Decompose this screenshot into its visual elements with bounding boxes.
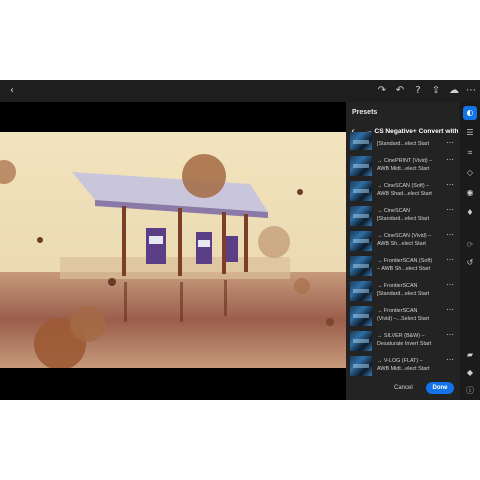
preset-detail: [Standard...elect Start — [377, 216, 430, 222]
preset-thumbnail — [350, 181, 372, 201]
preset-name: → CineSCAN — [377, 208, 410, 214]
help-icon[interactable]: ? — [410, 83, 426, 99]
panel-title: Presets — [352, 109, 378, 116]
more-options-icon[interactable]: ⋯ — [446, 331, 454, 339]
photo-preview — [0, 132, 346, 368]
preset-thumbnail — [350, 306, 372, 326]
more-icon[interactable]: ⋯ — [463, 83, 479, 99]
preset-name: → CineSCAN (Vivid) – — [377, 233, 432, 239]
preset-detail: [Standard...elect Start — [377, 291, 430, 297]
more-options-icon[interactable]: ⋯ — [446, 281, 454, 289]
preset-item[interactable]: → FrontierSCAN (Vivid) –...Select Start … — [346, 305, 460, 329]
undo-icon[interactable]: ↶ — [392, 83, 408, 99]
preset-item[interactable]: → CinePRINT (Vivid) – AWB Midt...elect S… — [346, 155, 460, 179]
photo-canvas[interactable] — [0, 102, 346, 400]
preset-thumbnail — [350, 206, 372, 226]
more-options-icon[interactable]: ⋯ — [446, 156, 454, 164]
more-options-icon[interactable]: ⋯ — [446, 231, 454, 239]
preset-name: [Standard...elect Start — [377, 141, 430, 147]
preset-thumbnail — [350, 156, 372, 176]
preset-name: → CineSCAN (Soft) – — [377, 183, 430, 189]
preset-detail: (Vivid) –...Select Start — [377, 316, 430, 322]
preset-item[interactable]: → CineSCAN (Soft) – AWB Shad...elect Sta… — [346, 180, 460, 204]
preset-thumbnail — [350, 356, 372, 376]
share-icon[interactable]: ⇪ — [428, 83, 444, 99]
top-toolbar: ‹ ↷ ↶ ? ⇪ ☁ ⋯ — [0, 80, 480, 102]
sliders-icon[interactable]: ☰ — [463, 126, 477, 140]
more-options-icon[interactable]: ⋯ — [446, 306, 454, 314]
preset-item[interactable]: → FrontierSCAN [Standard...elect Start ⋯ — [346, 280, 460, 304]
history-icon[interactable]: ↺ — [463, 256, 477, 270]
info-icon[interactable]: ⓘ — [463, 384, 477, 398]
versions-icon[interactable]: ⟳ — [463, 238, 477, 252]
tool-rail: ◐ ☰ ⌗ ◇ ◉ ♦ ⟳ ↺ ▰ ◆ ⓘ — [460, 102, 480, 400]
preset-item[interactable]: → CineSCAN (Vivid) – AWB Sh...elect Star… — [346, 230, 460, 254]
preset-thumbnail — [350, 256, 372, 276]
presets-panel: Presets ‹ → CS Negative+ Convert with...… — [346, 102, 460, 400]
preset-item[interactable]: → CineSCAN [Standard...elect Start ⋯ — [346, 205, 460, 229]
crop-icon[interactable]: ⌗ — [463, 146, 477, 160]
more-options-icon[interactable]: ⋯ — [446, 139, 454, 147]
panel-footer: Cancel Done — [346, 380, 460, 400]
presets-icon[interactable]: ◐ — [463, 106, 477, 120]
more-options-icon[interactable]: ⋯ — [446, 206, 454, 214]
preset-thumbnail — [350, 281, 372, 301]
preset-thumbnail — [350, 231, 372, 251]
preset-detail: AWB Sh...elect Start — [377, 241, 426, 247]
cloud-sync-icon[interactable]: ☁ — [446, 83, 462, 99]
preset-name: → FrontierSCAN — [377, 283, 418, 289]
more-options-icon[interactable]: ⋯ — [446, 181, 454, 189]
cancel-button[interactable]: Cancel — [394, 385, 413, 391]
preset-name: → FrontierSCAN (Soft) — [377, 258, 433, 264]
preset-group-title: → CS Negative+ Convert with... — [366, 128, 458, 135]
tag-icon[interactable]: ◆ — [463, 366, 477, 380]
preset-name: → V-LOG (FLAT) – — [377, 358, 423, 364]
preset-detail: AWB Shad...elect Start — [377, 191, 432, 197]
eraser-icon[interactable]: ◇ — [463, 166, 477, 180]
circle-mask-icon[interactable]: ◉ — [463, 186, 477, 200]
preset-detail: – AWB Sh...elect Start — [377, 266, 431, 272]
preset-name: → CinePRINT (Vivid) – — [377, 158, 433, 164]
preset-name: → FrontierSCAN — [377, 308, 418, 314]
done-button[interactable]: Done — [426, 382, 454, 394]
comment-icon[interactable]: ▰ — [463, 348, 477, 362]
preset-item[interactable]: → V-LOG (FLAT) – AWB Midt...elect Start … — [346, 355, 460, 379]
redo-icon[interactable]: ↷ — [374, 83, 390, 99]
preset-detail: AWB Midt...elect Start — [377, 166, 430, 172]
preset-detail: AWB Midt...elect Start — [377, 366, 430, 372]
more-options-icon[interactable]: ⋯ — [446, 256, 454, 264]
preset-name: → SILVER (B&W) – — [377, 333, 425, 339]
preset-item[interactable]: → FrontierSCAN (Soft) – AWB Sh...elect S… — [346, 255, 460, 279]
color-drop-icon[interactable]: ♦ — [463, 206, 477, 220]
preset-thumbnail — [350, 132, 372, 150]
app-window: ‹ ↷ ↶ ? ⇪ ☁ ⋯ Presets → CS Negative+ Con… — [0, 80, 480, 400]
more-options-icon[interactable]: ⋯ — [446, 356, 454, 364]
chevron-left-icon[interactable]: ‹ — [4, 83, 20, 99]
preset-detail: Desaturate Invert Start — [377, 341, 432, 347]
preset-item[interactable]: [Standard...elect Start ⋯ — [346, 132, 460, 152]
preset-thumbnail — [350, 331, 372, 351]
preset-item[interactable]: → SILVER (B&W) – Desaturate Invert Start… — [346, 330, 460, 354]
